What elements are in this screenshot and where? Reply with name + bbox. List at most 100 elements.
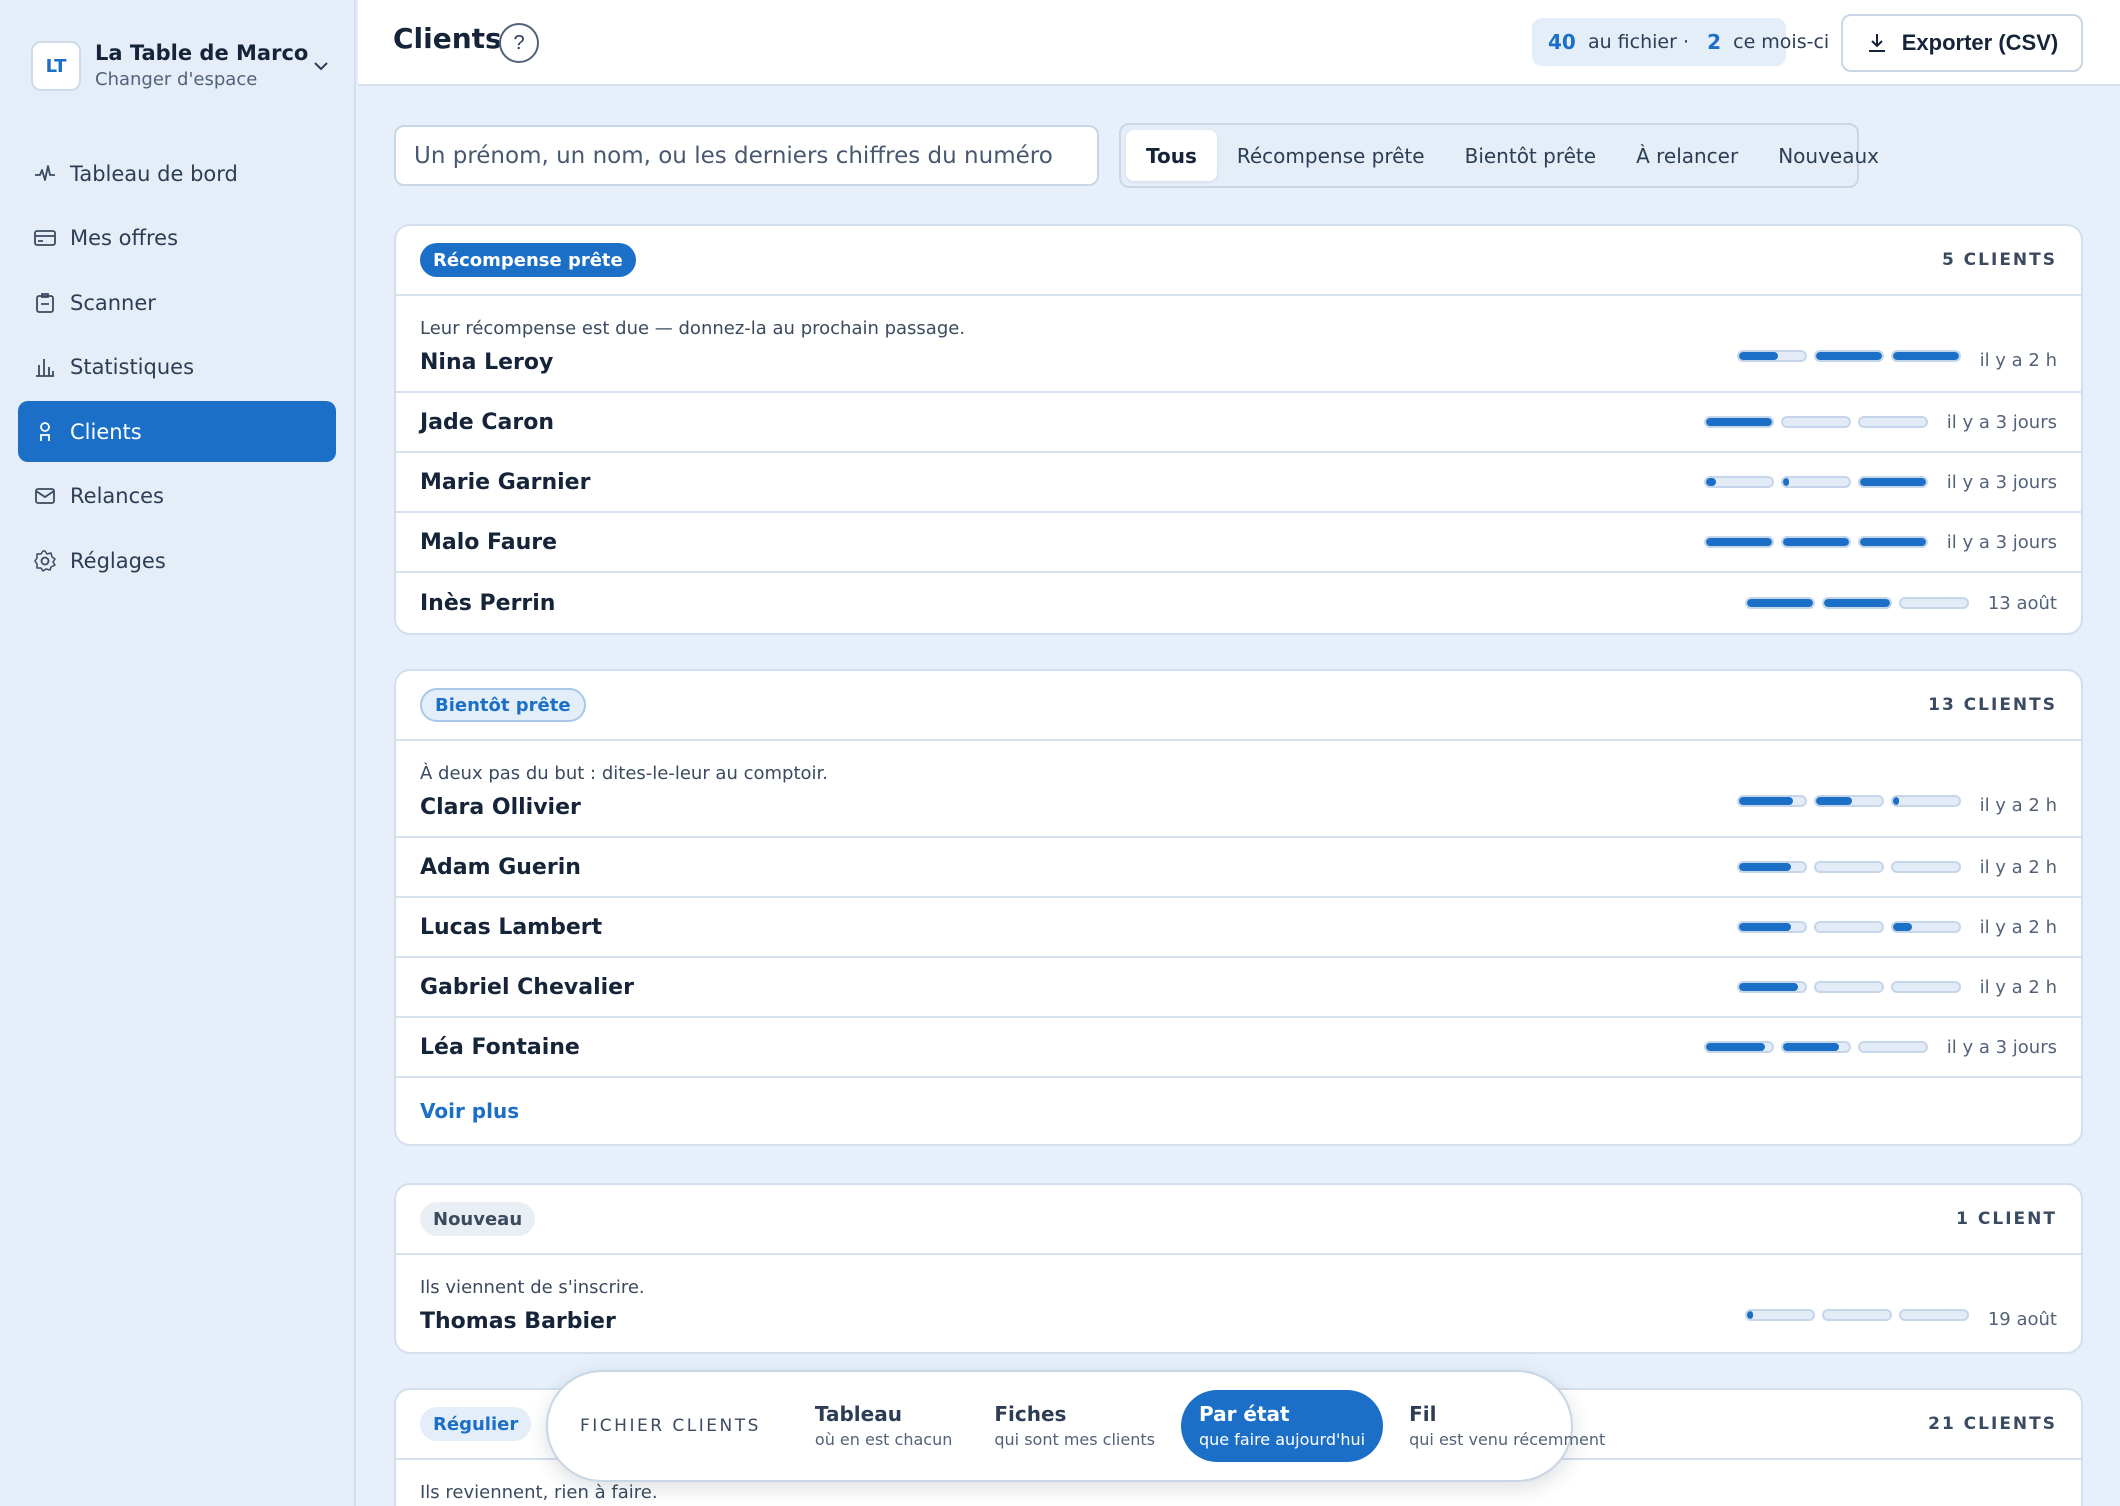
group-description: À deux pas du but : dites-le-leur au com… xyxy=(420,763,829,784)
client-row[interactable]: Adam Guerin il y a 2 h xyxy=(396,838,2081,898)
sidebar-item-dashboard[interactable]: Tableau de bord xyxy=(18,143,336,204)
page-title: Clients xyxy=(393,22,502,55)
total-count: 40 xyxy=(1548,30,1576,54)
view-subtitle: que faire aujourd'hui xyxy=(1198,1430,1366,1449)
sidebar-item-label: Tableau de bord xyxy=(70,161,238,186)
loyalty-progress xyxy=(1703,476,1928,488)
last-visit: il y a 3 jours xyxy=(1946,471,2057,493)
progress-bar xyxy=(1821,597,1892,609)
progress-bar xyxy=(1890,350,1961,362)
view-profiles[interactable]: Fiches qui sont mes clients xyxy=(978,1392,1171,1460)
filter-reward-ready[interactable]: Récompense prête xyxy=(1217,130,1445,181)
view-table[interactable]: Tableau où en est chacun xyxy=(799,1392,968,1460)
progress-fill xyxy=(1738,983,1798,991)
sidebar-item-statistics[interactable]: Statistiques xyxy=(18,337,336,398)
group-header: Bientôt prête 13 CLIENTS xyxy=(396,671,2081,741)
sidebar-item-label: Clients xyxy=(70,419,142,444)
group-count: 5 CLIENTS xyxy=(1941,250,2057,270)
progress-fill xyxy=(1705,418,1772,426)
progress-bar xyxy=(1813,921,1884,933)
last-visit: 19 août xyxy=(1987,1309,2057,1330)
loyalty-progress xyxy=(1703,536,1928,548)
progress-bar xyxy=(1780,1041,1851,1053)
progress-bar xyxy=(1736,350,1807,362)
progress-bar xyxy=(1821,1309,1892,1321)
chevron-down-icon xyxy=(314,62,328,71)
loyalty-progress xyxy=(1736,350,1961,362)
sidebar-item-reminders[interactable]: Relances xyxy=(18,466,336,527)
view-title: Fil xyxy=(1409,1402,1437,1426)
loyalty-progress xyxy=(1736,861,1961,873)
progress-fill xyxy=(1859,478,1926,486)
help-button[interactable]: ? xyxy=(499,23,539,63)
client-row[interactable]: Inès Perrin 13 août xyxy=(396,573,2081,633)
client-row[interactable]: Léa Fontaine il y a 3 jours xyxy=(396,1018,2081,1078)
status-badge: Bientôt prête xyxy=(420,688,586,722)
pulse-icon xyxy=(32,161,58,187)
progress-fill xyxy=(1782,478,1790,486)
total-label: au fichier · xyxy=(1587,31,1689,53)
sidebar: LT La Table de Marco Changer d'espace Ta… xyxy=(0,0,356,1506)
client-name: Gabriel Chevalier xyxy=(420,974,634,1000)
view-subtitle: où en est chacun xyxy=(814,1430,953,1449)
sidebar-nav: Tableau de bord Mes offres Scanner Stati… xyxy=(18,143,336,595)
client-name: Clara Ollivier xyxy=(420,795,581,820)
filter-new[interactable]: Nouveaux xyxy=(1758,130,1899,181)
progress-fill xyxy=(1892,352,1959,360)
client-row[interactable]: Malo Faure il y a 3 jours xyxy=(396,513,2081,573)
client-name: Lucas Lambert xyxy=(420,914,603,940)
sidebar-item-scanner[interactable]: Scanner xyxy=(18,272,336,333)
see-more-link[interactable]: Voir plus xyxy=(396,1078,2081,1144)
view-subtitle: qui sont mes clients xyxy=(994,1430,1155,1449)
export-csv-button[interactable]: Exporter (CSV) xyxy=(1841,14,2083,72)
bar-chart-icon xyxy=(32,354,58,380)
client-row[interactable]: Thomas Barbier 19 août xyxy=(396,1303,2081,1352)
progress-fill xyxy=(1738,352,1779,360)
search-input[interactable] xyxy=(394,125,1099,186)
filter-to-remind[interactable]: À relancer xyxy=(1616,130,1758,181)
client-name: Malo Faure xyxy=(420,529,558,555)
sidebar-item-label: Statistiques xyxy=(70,355,195,379)
view-title: Fiches xyxy=(994,1402,1067,1426)
last-visit: il y a 2 h xyxy=(1979,916,2057,938)
client-stats: 40 au fichier · 2 ce mois-ci xyxy=(1532,18,1829,66)
client-name: Inès Perrin xyxy=(420,590,556,616)
client-row[interactable]: Lucas Lambert il y a 2 h xyxy=(396,898,2081,958)
filter-all[interactable]: Tous xyxy=(1126,130,1217,181)
last-visit: il y a 2 h xyxy=(1979,795,2057,816)
scanner-icon xyxy=(32,290,58,316)
client-row[interactable]: Nina Leroy il y a 2 h xyxy=(396,344,2081,393)
last-visit: il y a 2 h xyxy=(1979,976,2057,998)
progress-bar xyxy=(1744,597,1815,609)
progress-bar xyxy=(1857,1041,1928,1053)
last-visit: il y a 3 jours xyxy=(1946,1036,2057,1058)
view-feed[interactable]: Fil qui est venu récemment xyxy=(1393,1392,1621,1460)
status-badge: Récompense prête xyxy=(420,243,636,277)
sidebar-item-settings[interactable]: Réglages xyxy=(18,530,336,591)
progress-bar xyxy=(1857,536,1928,548)
progress-bar xyxy=(1898,1309,1969,1321)
progress-bar xyxy=(1736,795,1807,807)
client-row[interactable]: Gabriel Chevalier il y a 2 h xyxy=(396,958,2081,1018)
view-switcher-label: FICHIER CLIENTS xyxy=(580,1416,761,1436)
client-row[interactable]: Clara Ollivier il y a 2 h xyxy=(396,789,2081,838)
progress-bar xyxy=(1898,597,1969,609)
progress-bar xyxy=(1857,416,1928,428)
loyalty-progress xyxy=(1703,416,1928,428)
sidebar-item-offers[interactable]: Mes offres xyxy=(18,208,336,269)
progress-bar xyxy=(1890,861,1961,873)
progress-bar xyxy=(1780,476,1851,488)
filter-soon-ready[interactable]: Bientôt prête xyxy=(1445,130,1616,181)
group-header: Nouveau 1 CLIENT xyxy=(396,1185,2081,1255)
workspace-switcher[interactable]: LT La Table de Marco Changer d'espace xyxy=(31,37,331,95)
last-visit: il y a 3 jours xyxy=(1946,531,2057,553)
last-visit: il y a 2 h xyxy=(1979,350,2057,371)
sidebar-item-clients[interactable]: Clients xyxy=(18,401,336,462)
client-name: Nina Leroy xyxy=(420,350,554,375)
view-by-status[interactable]: Par état que faire aujourd'hui xyxy=(1180,1390,1384,1462)
client-row[interactable]: Jade Caron il y a 3 jours xyxy=(396,393,2081,453)
client-row[interactable]: Marie Garnier il y a 3 jours xyxy=(396,453,2081,513)
group-header: Récompense prête 5 CLIENTS xyxy=(396,226,2081,296)
progress-bar xyxy=(1736,921,1807,933)
view-subtitle: qui est venu récemment xyxy=(1409,1430,1606,1449)
